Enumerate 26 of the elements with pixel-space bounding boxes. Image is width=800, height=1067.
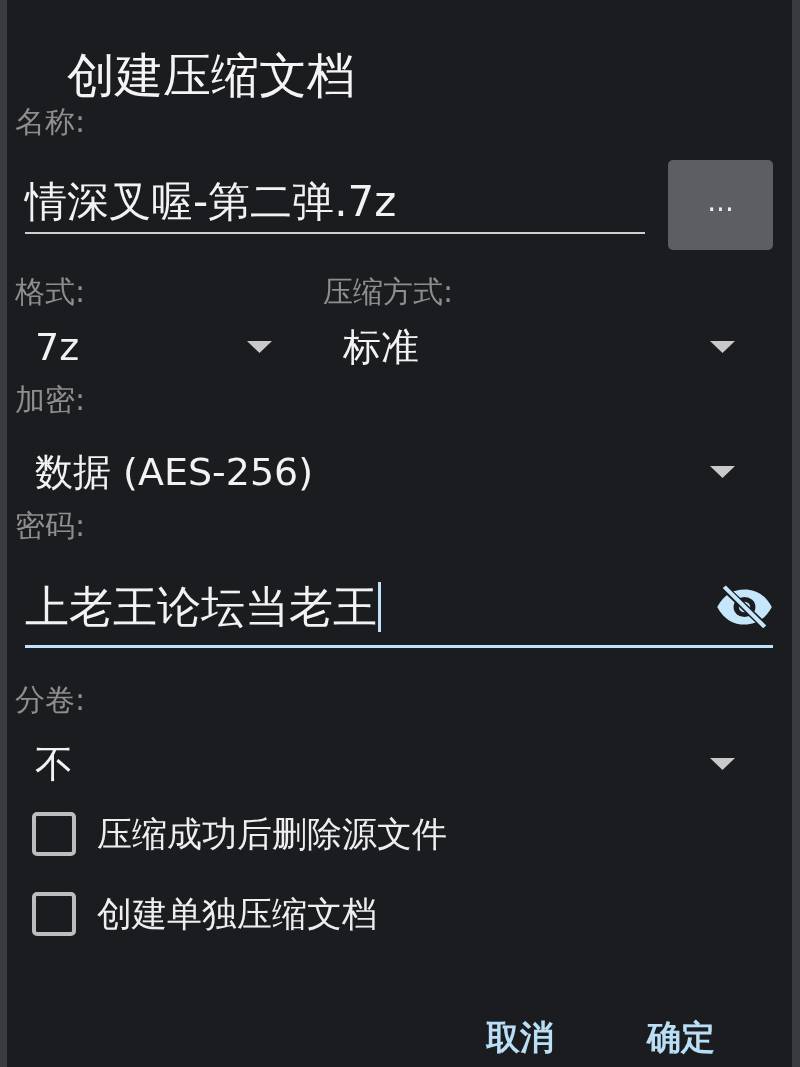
field-label: 压缩方式: [323,274,454,310]
encryption-dropdown[interactable]: 数据 (AES-256) [15,449,773,495]
browse-button[interactable]: ... [668,160,773,250]
format-dropdown[interactable]: 7z [15,324,310,370]
split-dropdown[interactable]: 不 [15,741,773,787]
checkbox-label: 压缩成功后删除源文件 [97,813,447,856]
dialog-title: 创建压缩文档 [67,46,355,104]
checkbox[interactable] [32,892,76,936]
ok-button[interactable]: 确定 [631,1007,731,1067]
checkbox[interactable] [32,812,76,856]
field-label: 格式: [15,274,86,310]
eye-slash-icon[interactable] [716,585,773,629]
name-input-field[interactable]: 情深叉喔-第二弹.7z [25,176,645,234]
dropdown-arrow-icon [710,466,735,478]
password-input-field[interactable]: 上老王论坛当老王 [25,578,773,648]
dropdown-arrow-icon [710,758,735,770]
dropdown-arrow-icon [710,341,735,353]
checkbox-label: 创建单独压缩文档 [97,893,377,936]
field-label: 名称: [15,104,86,140]
field-label: 密码: [15,508,86,544]
field-label: 分卷: [15,682,86,718]
compression-dropdown[interactable]: 标准 [323,324,773,370]
dropdown-arrow-icon [247,341,272,353]
field-label: 加密: [15,382,86,418]
text-cursor [378,582,381,632]
cancel-button[interactable]: 取消 [470,1007,570,1067]
